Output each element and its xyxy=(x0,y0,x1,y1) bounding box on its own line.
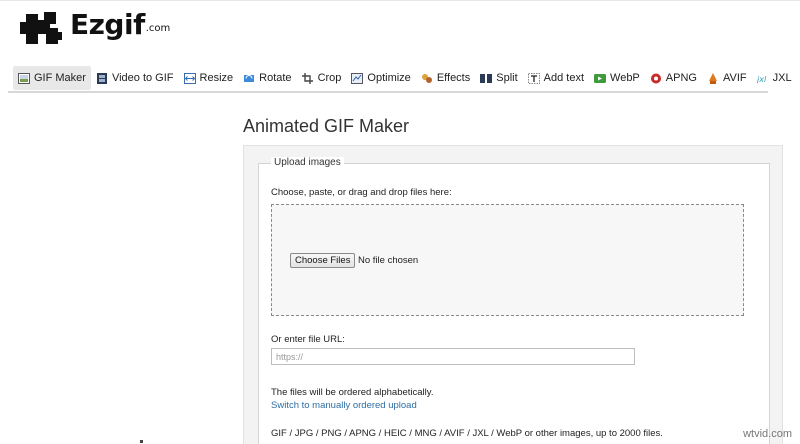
gif-maker-icon xyxy=(18,72,30,84)
nav-item-avif[interactable]: AVIF xyxy=(702,66,752,90)
bottom-marker xyxy=(140,440,143,443)
nav-label: JXL xyxy=(772,72,792,84)
manual-order-link[interactable]: Switch to manually ordered upload xyxy=(271,400,417,411)
nav-label: GIF Maker xyxy=(34,72,86,84)
avif-icon xyxy=(707,72,719,84)
text-icon xyxy=(527,72,540,84)
apng-icon xyxy=(650,73,662,84)
nav-label: Effects xyxy=(436,72,471,84)
nav-label: APNG xyxy=(665,72,697,84)
webp-icon xyxy=(594,73,607,84)
nav-label: Resize xyxy=(199,72,234,84)
nav-item-webp[interactable]: WebP xyxy=(589,66,645,90)
upload-fieldset: Upload images Choose, paste, or drag and… xyxy=(258,157,770,444)
file-url-input[interactable] xyxy=(271,348,635,365)
nav-item-jxl[interactable]: jxl JXL xyxy=(752,66,797,90)
nav-label: WebP xyxy=(610,72,640,84)
nav-item-rotate[interactable]: Rotate xyxy=(238,66,296,90)
logo-text: Ezgif xyxy=(70,8,145,41)
choose-files-button[interactable]: Choose Files xyxy=(290,253,356,268)
nav-divider xyxy=(8,91,768,93)
optimize-icon xyxy=(351,72,364,84)
effects-icon xyxy=(421,73,433,84)
jxl-icon: jxl xyxy=(756,73,769,84)
url-label: Or enter file URL: xyxy=(271,334,345,345)
nav-item-split[interactable]: Split xyxy=(475,66,522,90)
upload-legend: Upload images xyxy=(271,157,344,168)
nav-item-effects[interactable]: Effects xyxy=(416,66,475,90)
site-logo[interactable]: Ezgif .com xyxy=(20,8,170,48)
logo-suffix: .com xyxy=(145,23,171,34)
file-drop-zone[interactable]: Choose Files No file chosen xyxy=(271,204,744,316)
svg-text:jxl: jxl xyxy=(757,75,767,84)
nav-item-crop[interactable]: Crop xyxy=(297,66,347,90)
nav-label: Video to GIF xyxy=(111,72,174,84)
nav-item-optimize[interactable]: Optimize xyxy=(346,66,415,90)
main-nav: GIF Maker Video to GIF Resize Rotate Cro… xyxy=(13,66,797,90)
nav-item-gif-maker[interactable]: GIF Maker xyxy=(13,66,91,90)
page-title: Animated GIF Maker xyxy=(243,116,410,136)
nav-item-resize[interactable]: Resize xyxy=(179,66,239,90)
upload-panel: Upload images Choose, paste, or drag and… xyxy=(243,145,783,444)
split-icon xyxy=(480,73,493,84)
resize-icon xyxy=(183,72,196,84)
film-icon xyxy=(96,72,108,84)
rotate-icon xyxy=(243,73,255,84)
nav-label: Split xyxy=(496,72,518,84)
nav-item-add-text[interactable]: Add text xyxy=(523,66,589,90)
crop-icon xyxy=(301,72,314,84)
formats-note: GIF / JPG / PNG / APNG / HEIC / MNG / AV… xyxy=(271,428,663,439)
no-file-chosen-text: No file chosen xyxy=(358,255,419,266)
nav-label: AVIF xyxy=(722,72,747,84)
nav-item-video-to-gif[interactable]: Video to GIF xyxy=(91,66,179,90)
nav-label: Optimize xyxy=(367,72,411,84)
nav-label: Rotate xyxy=(259,72,292,84)
watermark: wtvid.com xyxy=(743,428,792,440)
order-note: The files will be ordered alphabetically… xyxy=(271,387,434,398)
nav-label: Add text xyxy=(543,72,585,84)
logo-puzzle-icon xyxy=(20,12,64,46)
top-border xyxy=(0,0,800,1)
choose-files-label: Choose, paste, or drag and drop files he… xyxy=(271,187,452,198)
nav-label: Crop xyxy=(317,72,342,84)
nav-item-apng[interactable]: APNG xyxy=(645,66,702,90)
